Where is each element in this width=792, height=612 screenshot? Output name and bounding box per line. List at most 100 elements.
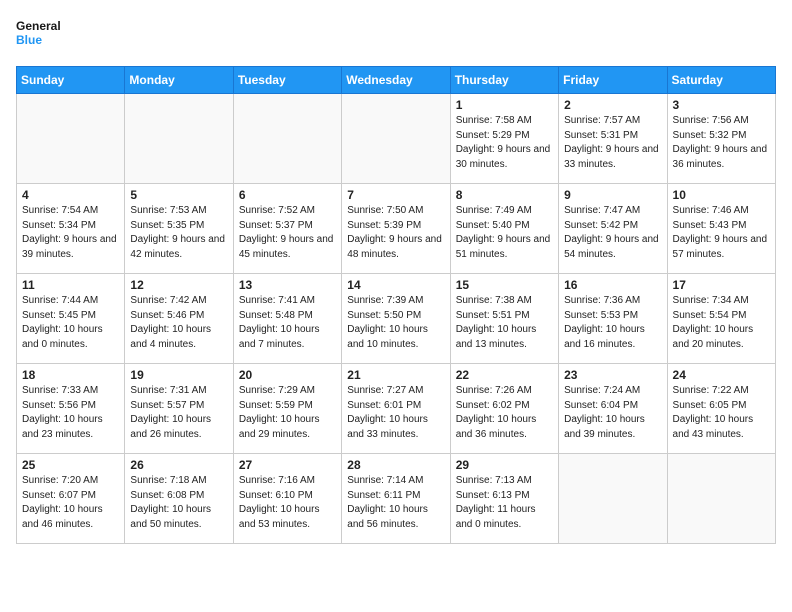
day-info: Sunrise: 7:47 AMSunset: 5:42 PMDaylight:… [564, 204, 661, 262]
day-number: 15 [456, 278, 553, 292]
calendar-cell [342, 94, 450, 184]
day-number: 12 [130, 278, 227, 292]
week-row-5: 25 Sunrise: 7:20 AMSunset: 6:07 PMDayligh… [17, 454, 776, 544]
header-tuesday: Tuesday [233, 67, 341, 94]
day-number: 22 [456, 368, 553, 382]
page-header: General Blue [16, 16, 776, 56]
day-number: 14 [347, 278, 444, 292]
svg-text:Blue: Blue [16, 33, 42, 47]
day-number: 19 [130, 368, 227, 382]
day-number: 10 [673, 188, 770, 202]
calendar-cell [559, 454, 667, 544]
day-info: Sunrise: 7:56 AMSunset: 5:32 PMDaylight:… [673, 114, 770, 172]
day-info: Sunrise: 7:20 AMSunset: 6:07 PMDaylight:… [22, 474, 119, 532]
day-number: 9 [564, 188, 661, 202]
day-info: Sunrise: 7:14 AMSunset: 6:11 PMDaylight:… [347, 474, 444, 532]
day-number: 6 [239, 188, 336, 202]
calendar-cell: 2 Sunrise: 7:57 AMSunset: 5:31 PMDaylight… [559, 94, 667, 184]
calendar-cell [667, 454, 775, 544]
day-number: 11 [22, 278, 119, 292]
day-number: 23 [564, 368, 661, 382]
day-info: Sunrise: 7:50 AMSunset: 5:39 PMDaylight:… [347, 204, 444, 262]
calendar-cell: 10 Sunrise: 7:46 AMSunset: 5:43 PMDayligh… [667, 184, 775, 274]
day-info: Sunrise: 7:49 AMSunset: 5:40 PMDaylight:… [456, 204, 553, 262]
calendar-cell: 28 Sunrise: 7:14 AMSunset: 6:11 PMDayligh… [342, 454, 450, 544]
day-info: Sunrise: 7:58 AMSunset: 5:29 PMDaylight:… [456, 114, 553, 172]
day-number: 1 [456, 98, 553, 112]
header-wednesday: Wednesday [342, 67, 450, 94]
week-row-3: 11 Sunrise: 7:44 AMSunset: 5:45 PMDayligh… [17, 274, 776, 364]
day-number: 26 [130, 458, 227, 472]
calendar-cell: 18 Sunrise: 7:33 AMSunset: 5:56 PMDayligh… [17, 364, 125, 454]
day-info: Sunrise: 7:57 AMSunset: 5:31 PMDaylight:… [564, 114, 661, 172]
calendar-cell: 1 Sunrise: 7:58 AMSunset: 5:29 PMDaylight… [450, 94, 558, 184]
calendar-cell: 27 Sunrise: 7:16 AMSunset: 6:10 PMDayligh… [233, 454, 341, 544]
calendar-cell: 11 Sunrise: 7:44 AMSunset: 5:45 PMDayligh… [17, 274, 125, 364]
logo: General Blue [16, 16, 66, 56]
day-info: Sunrise: 7:22 AMSunset: 6:05 PMDaylight:… [673, 384, 770, 442]
day-number: 25 [22, 458, 119, 472]
header-monday: Monday [125, 67, 233, 94]
day-number: 17 [673, 278, 770, 292]
day-number: 24 [673, 368, 770, 382]
day-info: Sunrise: 7:46 AMSunset: 5:43 PMDaylight:… [673, 204, 770, 262]
day-number: 28 [347, 458, 444, 472]
day-info: Sunrise: 7:44 AMSunset: 5:45 PMDaylight:… [22, 294, 119, 352]
calendar-cell: 13Sunrise: 7:41 AMSunset: 5:48 PMDayligh… [233, 274, 341, 364]
day-number: 8 [456, 188, 553, 202]
calendar-cell: 24 Sunrise: 7:22 AMSunset: 6:05 PMDayligh… [667, 364, 775, 454]
calendar-header-row: SundayMondayTuesdayWednesdayThursdayFrid… [17, 67, 776, 94]
day-info: Sunrise: 7:54 AMSunset: 5:34 PMDaylight:… [22, 204, 119, 262]
calendar-cell: 16Sunrise: 7:36 AMSunset: 5:53 PMDayligh… [559, 274, 667, 364]
day-number: 7 [347, 188, 444, 202]
week-row-4: 18 Sunrise: 7:33 AMSunset: 5:56 PMDayligh… [17, 364, 776, 454]
calendar-cell: 26 Sunrise: 7:18 AMSunset: 6:08 PMDayligh… [125, 454, 233, 544]
calendar-cell: 3 Sunrise: 7:56 AMSunset: 5:32 PMDaylight… [667, 94, 775, 184]
calendar-cell: 9 Sunrise: 7:47 AMSunset: 5:42 PMDaylight… [559, 184, 667, 274]
day-number: 29 [456, 458, 553, 472]
calendar-cell [233, 94, 341, 184]
calendar-cell: 19Sunrise: 7:31 AMSunset: 5:57 PMDayligh… [125, 364, 233, 454]
header-sunday: Sunday [17, 67, 125, 94]
calendar-cell: 29 Sunrise: 7:13 AMSunset: 6:13 PMDayligh… [450, 454, 558, 544]
day-info: Sunrise: 7:29 AMSunset: 5:59 PMDaylight:… [239, 384, 336, 442]
week-row-2: 4 Sunrise: 7:54 AMSunset: 5:34 PMDaylight… [17, 184, 776, 274]
day-number: 27 [239, 458, 336, 472]
day-info: Sunrise: 7:24 AMSunset: 6:04 PMDaylight:… [564, 384, 661, 442]
svg-text:General: General [16, 19, 61, 33]
day-info: Sunrise: 7:33 AMSunset: 5:56 PMDaylight:… [22, 384, 119, 442]
day-number: 3 [673, 98, 770, 112]
day-info: Sunrise: 7:39 AMSunset: 5:50 PMDaylight:… [347, 294, 444, 352]
logo-svg: General Blue [16, 16, 66, 56]
week-row-1: 1 Sunrise: 7:58 AMSunset: 5:29 PMDaylight… [17, 94, 776, 184]
calendar-cell: 12 Sunrise: 7:42 AMSunset: 5:46 PMDayligh… [125, 274, 233, 364]
day-info: Sunrise: 7:38 AMSunset: 5:51 PMDaylight:… [456, 294, 553, 352]
day-number: 16 [564, 278, 661, 292]
calendar-cell: 8 Sunrise: 7:49 AMSunset: 5:40 PMDaylight… [450, 184, 558, 274]
calendar-cell: 20 Sunrise: 7:29 AMSunset: 5:59 PMDayligh… [233, 364, 341, 454]
day-info: Sunrise: 7:18 AMSunset: 6:08 PMDaylight:… [130, 474, 227, 532]
day-info: Sunrise: 7:16 AMSunset: 6:10 PMDaylight:… [239, 474, 336, 532]
calendar-cell: 5 Sunrise: 7:53 AMSunset: 5:35 PMDaylight… [125, 184, 233, 274]
day-number: 20 [239, 368, 336, 382]
day-info: Sunrise: 7:26 AMSunset: 6:02 PMDaylight:… [456, 384, 553, 442]
calendar-cell [17, 94, 125, 184]
calendar-cell [125, 94, 233, 184]
calendar-cell: 7 Sunrise: 7:50 AMSunset: 5:39 PMDaylight… [342, 184, 450, 274]
day-info: Sunrise: 7:42 AMSunset: 5:46 PMDaylight:… [130, 294, 227, 352]
calendar-cell: 23 Sunrise: 7:24 AMSunset: 6:04 PMDayligh… [559, 364, 667, 454]
day-info: Sunrise: 7:34 AMSunset: 5:54 PMDaylight:… [673, 294, 770, 352]
day-number: 5 [130, 188, 227, 202]
day-number: 21 [347, 368, 444, 382]
day-number: 18 [22, 368, 119, 382]
calendar-cell: 22 Sunrise: 7:26 AMSunset: 6:02 PMDayligh… [450, 364, 558, 454]
day-number: 2 [564, 98, 661, 112]
day-number: 4 [22, 188, 119, 202]
header-friday: Friday [559, 67, 667, 94]
calendar-cell: 14 Sunrise: 7:39 AMSunset: 5:50 PMDayligh… [342, 274, 450, 364]
day-info: Sunrise: 7:13 AMSunset: 6:13 PMDaylight:… [456, 474, 553, 532]
calendar-cell: 6 Sunrise: 7:52 AMSunset: 5:37 PMDaylight… [233, 184, 341, 274]
day-info: Sunrise: 7:52 AMSunset: 5:37 PMDaylight:… [239, 204, 336, 262]
day-info: Sunrise: 7:53 AMSunset: 5:35 PMDaylight:… [130, 204, 227, 262]
calendar-cell: 17 Sunrise: 7:34 AMSunset: 5:54 PMDayligh… [667, 274, 775, 364]
